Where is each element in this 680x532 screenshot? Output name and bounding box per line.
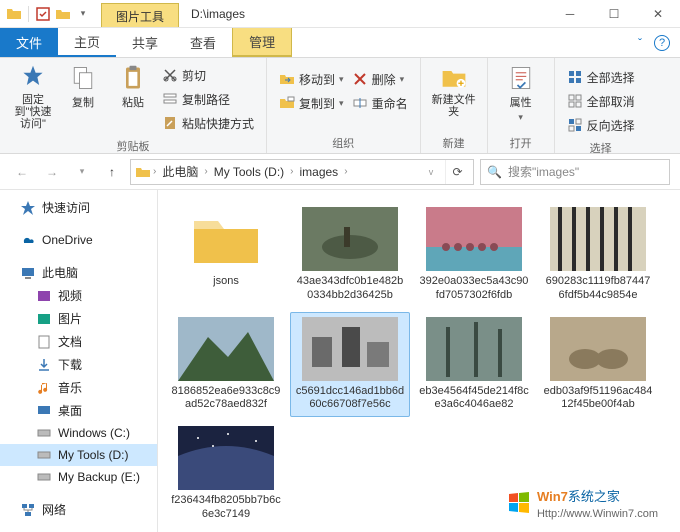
copy-button[interactable]: 复制 [58,62,108,112]
image-item[interactable]: eb3e4564f45de214f8ce3a6c4046ae82 [414,312,534,418]
file-tab[interactable]: 文件 [0,28,58,57]
tab-view[interactable]: 查看 [174,28,232,57]
pin-to-quick-access-button[interactable]: 固定到"快速访问" [8,62,58,132]
rename-button[interactable]: 重命名 [352,92,408,114]
select-none-button[interactable]: 全部取消 [567,90,635,112]
close-button[interactable]: ✕ [636,0,680,27]
item-label: jsons [213,275,239,289]
pin-label: 固定到"快速访问" [10,94,56,130]
tab-home[interactable]: 主页 [58,28,116,57]
new-folder-qat-icon[interactable] [55,6,71,22]
copy-label: 复制 [72,94,94,110]
invert-selection-button[interactable]: 反向选择 [567,114,635,136]
refresh-button[interactable]: ⟳ [445,160,469,184]
address-bar-row: ← → ▾ ↑ › 此电脑› My Tools (D:)› images› v … [0,154,680,190]
open-group-label: 打开 [496,133,546,151]
image-item[interactable]: 43ae343dfc0b1e482b0334bb2d36425b [290,202,410,308]
ribbon-tab-row: 文件 主页 共享 查看 管理 ˇ ? [0,28,680,58]
item-label: 43ae343dfc0b1e482b0334bb2d36425b [295,275,405,303]
sidebar-onedrive[interactable]: OneDrive [0,229,157,251]
quick-access-toolbar: ▾ [0,0,97,27]
sidebar-d-drive[interactable]: My Tools (D:) [0,444,157,466]
copy-to-button[interactable]: 复制到 [279,92,344,114]
image-item[interactable]: edb03af9f51196ac48412f45be00f4ab [538,312,658,418]
context-tab-label: 图片工具 [101,3,179,27]
sidebar-desktop[interactable]: 桌面 [0,399,157,422]
select-group-label: 选择 [563,138,639,156]
image-item[interactable]: c5691dcc146ad1bb6d60c66708f7e56c [290,312,410,418]
move-to-button[interactable]: 移动到 [279,68,344,90]
item-label: 690283c1119fb874476fdf5b44c9854e [543,275,653,303]
maximize-button[interactable]: ☐ [592,0,636,27]
qat-dropdown-icon[interactable]: ▾ [75,6,91,22]
sidebar-e-drive[interactable]: My Backup (E:) [0,466,157,488]
image-item[interactable]: 8186852ea6e933c8c9ad52c78aed832f [166,312,286,418]
sidebar-documents[interactable]: 文档 [0,330,157,353]
organize-group-label: 组织 [275,133,412,151]
new-folder-button[interactable]: 新建文件夹 [429,62,479,120]
content-area: jsons 43ae343dfc0b1e482b0334bb2d36425b 392… [158,190,680,532]
crumb-folder[interactable]: images [296,163,343,181]
item-label: f236434fb8205bb7b6c6e3c7149 [171,494,281,522]
paste-shortcut-button[interactable]: 粘贴快捷方式 [162,112,254,134]
item-label: eb3e4564f45de214f8ce3a6c4046ae82 [419,385,529,413]
titlebar: ▾ 图片工具 D:\images ─ ☐ ✕ [0,0,680,28]
back-button[interactable]: ← [10,160,34,184]
image-item[interactable]: 392e0a033ec5a43c90fd7057302f6fdb [414,202,534,308]
properties-button[interactable]: 属性 ▾ [496,62,546,125]
ribbon-expand-icon[interactable]: ˇ [638,36,642,50]
window-title: D:\images [179,0,548,27]
search-icon: 🔍 [487,165,502,179]
ribbon: 固定到"快速访问" 复制 粘贴 剪切 复制路径 粘贴快捷方式 剪贴板 移动到 复… [0,58,680,154]
sidebar-videos[interactable]: 视频 [0,284,157,307]
properties-qat-icon[interactable] [35,6,51,22]
help-icon[interactable]: ? [654,35,670,51]
item-label: 8186852ea6e933c8c9ad52c78aed832f [171,385,281,413]
item-label: edb03af9f51196ac48412f45be00f4ab [543,385,653,413]
sidebar-c-drive[interactable]: Windows (C:) [0,422,157,444]
image-item[interactable]: f236434fb8205bb7b6c6e3c7149 [166,421,286,527]
search-placeholder: 搜索"images" [508,163,579,180]
crumb-pc[interactable]: 此电脑 [158,161,202,182]
properties-label: 属性 [510,94,532,110]
copy-path-button[interactable]: 复制路径 [162,88,254,110]
search-input[interactable]: 🔍 搜索"images" [480,159,670,185]
sidebar-downloads[interactable]: 下载 [0,353,157,376]
minimize-button[interactable]: ─ [548,0,592,27]
sidebar-this-pc[interactable]: 此电脑 [0,261,157,284]
tab-share[interactable]: 共享 [116,28,174,57]
new-group-label: 新建 [429,133,479,151]
up-button[interactable]: ↑ [100,160,124,184]
new-folder-label: 新建文件夹 [431,94,477,118]
tab-manage[interactable]: 管理 [232,28,292,57]
sidebar-pictures[interactable]: 图片 [0,307,157,330]
image-item[interactable]: 690283c1119fb874476fdf5b44c9854e [538,202,658,308]
folder-item[interactable]: jsons [166,202,286,308]
sidebar-quick-access[interactable]: 快速访问 [0,196,157,219]
nav-sidebar: 快速访问 OneDrive 此电脑 视频 图片 文档 下载 音乐 桌面 Wind… [0,190,158,532]
crumb-drive[interactable]: My Tools (D:) [210,163,288,181]
cut-button[interactable]: 剪切 [162,64,254,86]
clipboard-group-label: 剪贴板 [8,136,258,154]
windows-logo-icon [507,491,531,515]
item-label: c5691dcc146ad1bb6d60c66708f7e56c [295,385,405,413]
forward-button[interactable]: → [40,160,64,184]
select-all-button[interactable]: 全部选择 [567,66,635,88]
sidebar-network[interactable]: 网络 [0,498,157,521]
item-label: 392e0a033ec5a43c90fd7057302f6fdb [419,275,529,303]
address-dropdown-icon[interactable]: v [419,160,443,184]
watermark: Win7系统之家 Http://www.Winwin7.com [501,484,664,522]
breadcrumb[interactable]: › 此电脑› My Tools (D:)› images› v ⟳ [130,159,474,185]
history-dropdown[interactable]: ▾ [70,160,94,184]
paste-label: 粘贴 [122,94,144,110]
delete-button[interactable]: 删除 [352,68,408,90]
sidebar-music[interactable]: 音乐 [0,376,157,399]
folder-icon [135,164,151,180]
paste-button[interactable]: 粘贴 [108,62,158,112]
folder-icon [6,6,22,22]
